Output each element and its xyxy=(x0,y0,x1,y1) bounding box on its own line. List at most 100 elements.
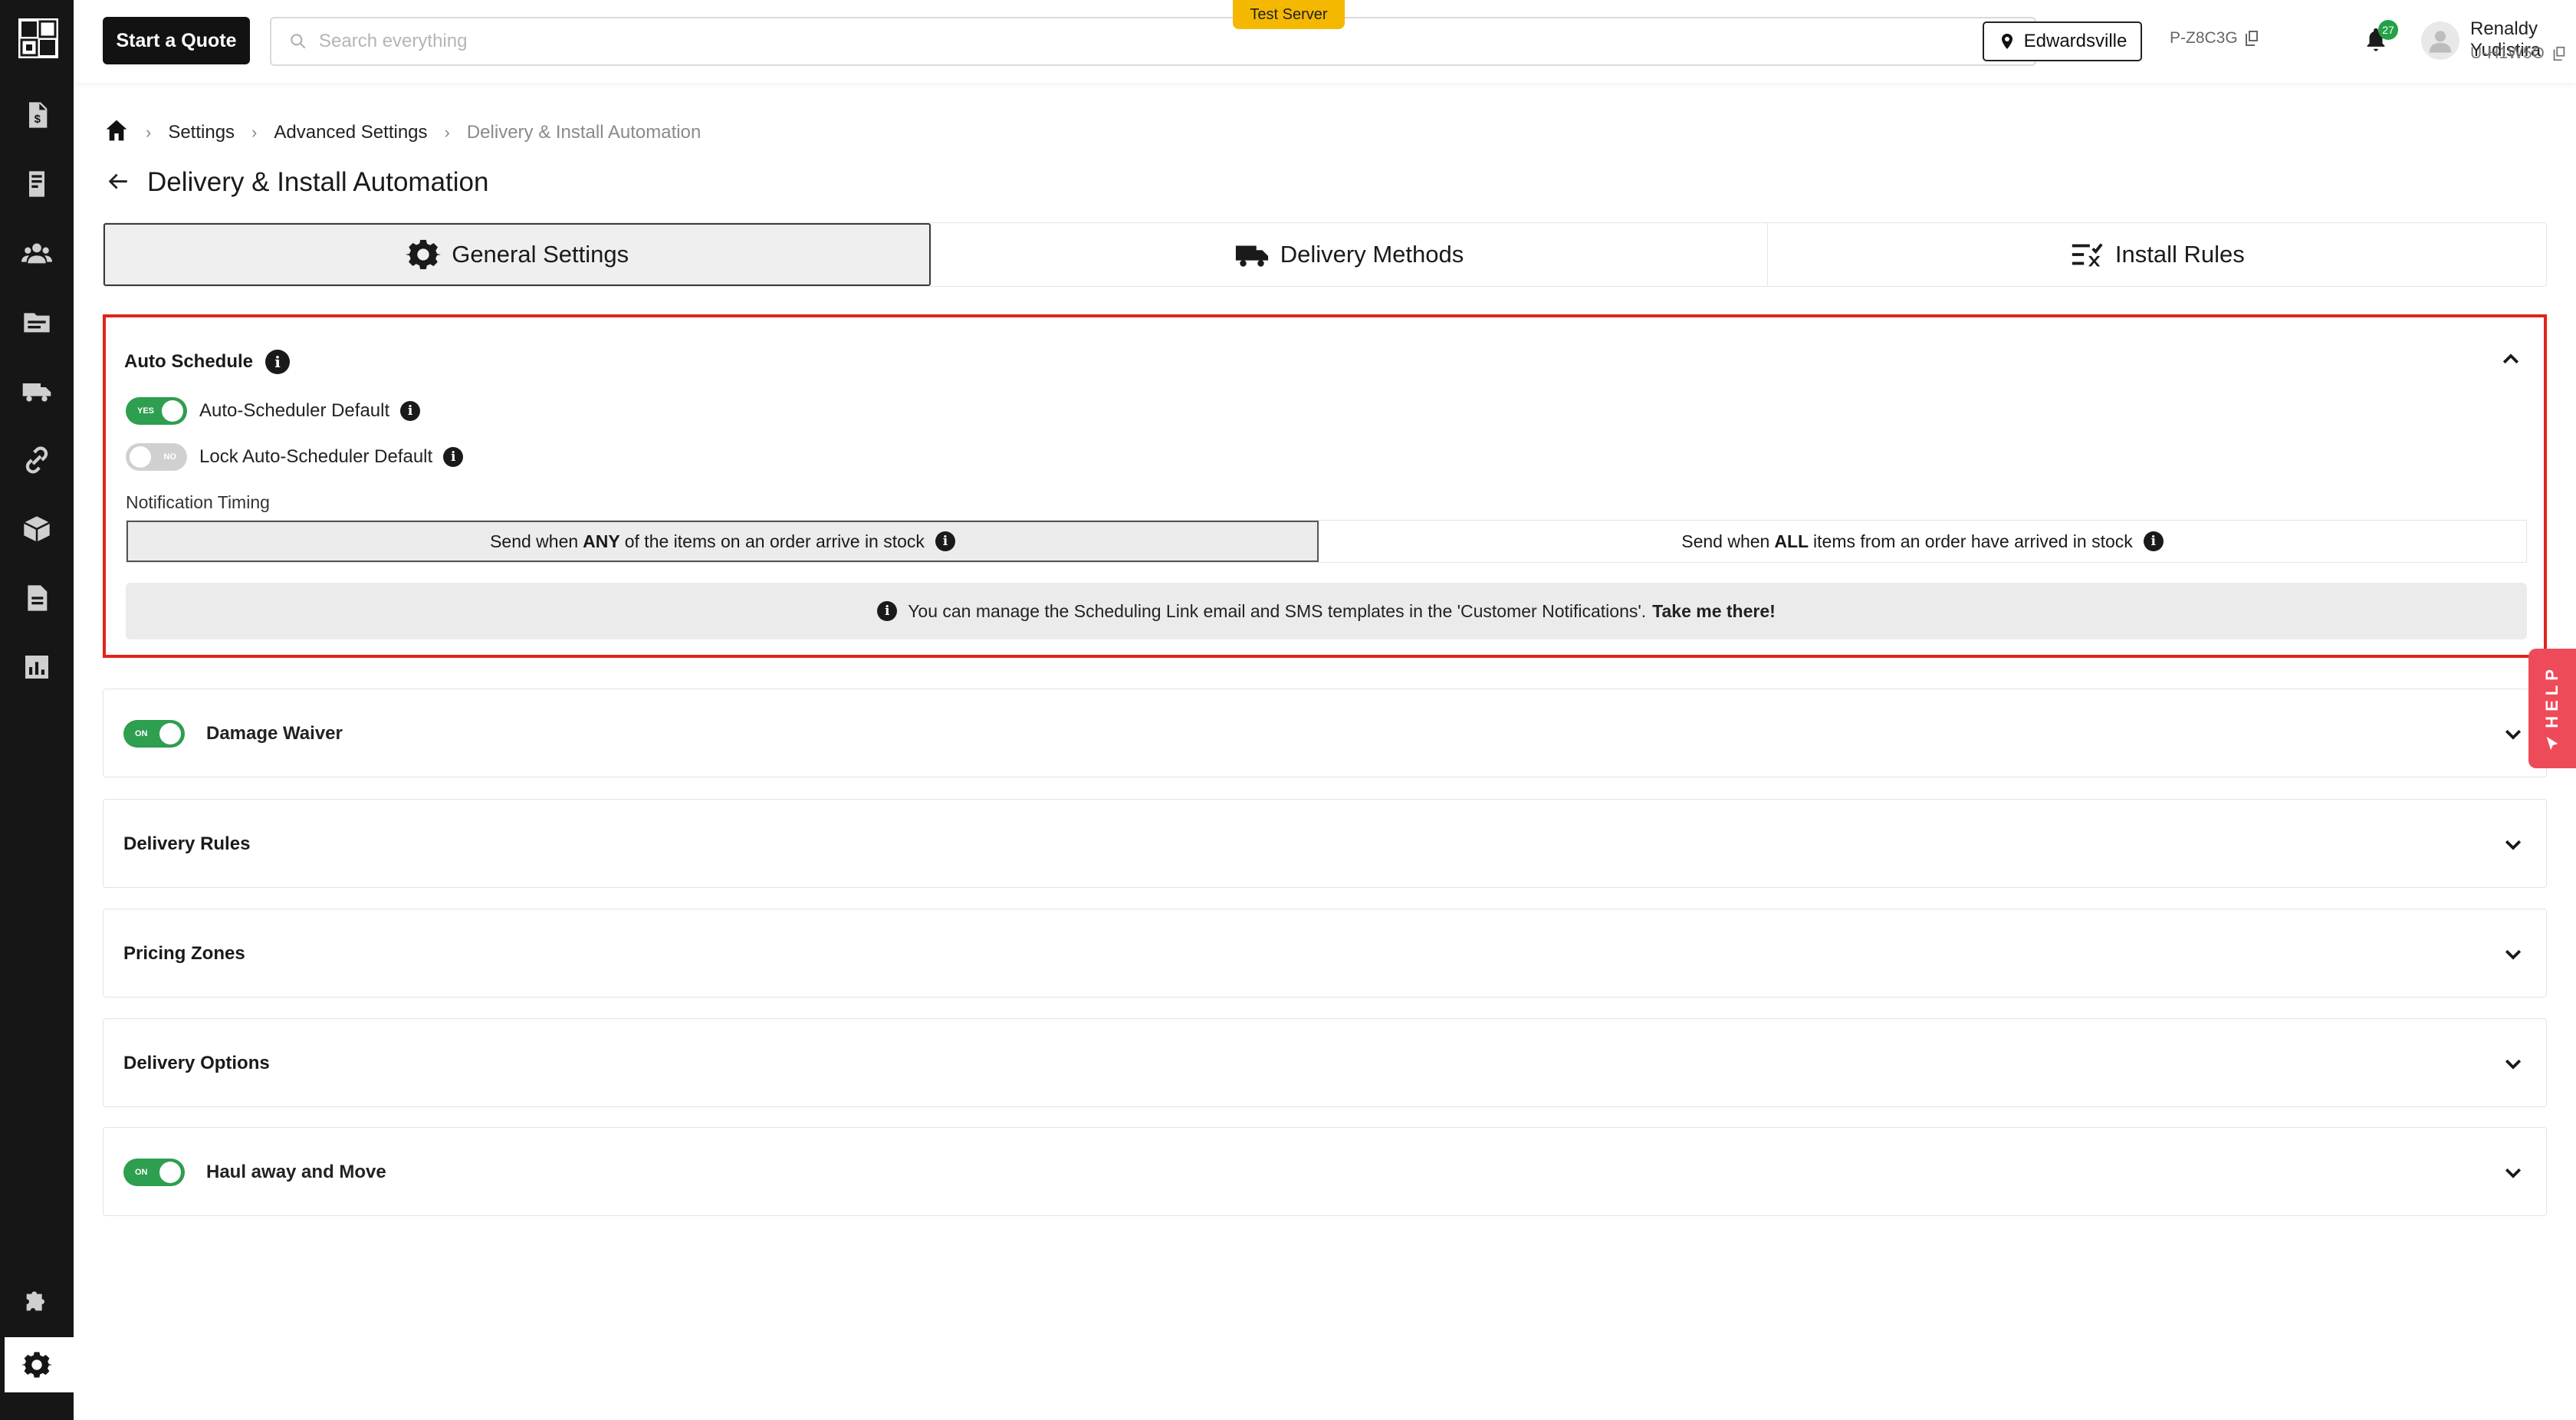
info-icon[interactable]: i xyxy=(443,447,464,467)
pricing-zones-panel[interactable]: Pricing Zones xyxy=(103,909,2547,998)
sidebar-item-customers[interactable] xyxy=(0,225,74,281)
tab-label: General Settings xyxy=(452,241,629,268)
take-me-there-link[interactable]: Take me there! xyxy=(1652,601,1776,622)
search-icon xyxy=(291,34,306,49)
toggle-state: ON xyxy=(135,729,148,738)
notification-timing-selector: Send when ANY of the items on an order a… xyxy=(126,520,2527,563)
option-text: items from an order have arrived in stoc… xyxy=(1813,531,2133,551)
delivery-options-panel[interactable]: Delivery Options xyxy=(103,1018,2547,1107)
back-arrow-icon[interactable] xyxy=(104,169,130,196)
link-icon xyxy=(25,446,48,474)
lock-auto-scheduler-toggle[interactable]: NO xyxy=(126,443,187,471)
chevron-down-icon[interactable] xyxy=(2502,722,2525,745)
register-icon xyxy=(29,171,44,197)
damage-waiver-toggle[interactable]: ON xyxy=(123,720,185,748)
toggle-knob xyxy=(159,1162,181,1183)
damage-waiver-header: ON Damage Waiver xyxy=(123,720,343,748)
notification-count-badge: 27 xyxy=(2378,20,2398,40)
option-send-when-any[interactable]: Send when ANY of the items on an order a… xyxy=(127,521,1319,562)
auto-scheduler-default-toggle[interactable]: YES xyxy=(126,397,187,425)
tab-label: Install Rules xyxy=(2114,241,2245,268)
copy-icon[interactable] xyxy=(2551,45,2568,62)
avatar[interactable] xyxy=(2421,21,2459,60)
tab-install-rules[interactable]: Install Rules xyxy=(1768,223,2546,286)
sidebar-item-invoices[interactable]: $ xyxy=(0,87,74,143)
haul-away-toggle[interactable]: ON xyxy=(123,1159,185,1186)
delivery-rules-panel[interactable]: Delivery Rules xyxy=(103,799,2547,888)
chevron-right-icon: › xyxy=(251,123,258,142)
section-title: Pricing Zones xyxy=(123,943,245,964)
chevron-up-icon[interactable] xyxy=(2499,348,2522,371)
section-title: Haul away and Move xyxy=(206,1162,386,1182)
toggle-state: NO xyxy=(163,452,177,462)
svg-text:$: $ xyxy=(34,113,41,126)
notifications-button[interactable]: 27 xyxy=(2363,20,2398,57)
copy-icon[interactable] xyxy=(2242,29,2261,48)
gear-icon xyxy=(21,1352,52,1378)
help-tab[interactable]: HELP xyxy=(2528,649,2576,768)
user-id: U-H1W5O xyxy=(2470,44,2568,63)
sidebar-item-reports[interactable] xyxy=(0,639,74,695)
toggle-knob xyxy=(162,400,183,422)
section-title: Delivery Options xyxy=(123,1053,270,1073)
info-icon[interactable]: i xyxy=(935,531,955,551)
document-icon xyxy=(28,585,48,611)
sidebar-item-register[interactable] xyxy=(0,156,74,212)
sidebar-item-integrations[interactable] xyxy=(0,1273,74,1328)
invoice-icon: $ xyxy=(29,102,48,128)
option-emphasis: ANY xyxy=(583,531,620,551)
customers-icon xyxy=(21,243,52,264)
breadcrumb: › Settings › Advanced Settings › Deliver… xyxy=(104,120,701,146)
section-title: Delivery Rules xyxy=(123,833,251,854)
server-badge: Test Server xyxy=(1233,0,1345,29)
chevron-down-icon[interactable] xyxy=(2502,1161,2525,1184)
sidebar-item-inventory[interactable] xyxy=(0,501,74,557)
option-send-when-all[interactable]: Send when ALL items from an order have a… xyxy=(1319,521,2526,562)
tab-general-settings[interactable]: General Settings xyxy=(104,223,932,286)
auto-schedule-header[interactable]: Auto Schedule i xyxy=(124,350,291,374)
customer-notifications-notice: i You can manage the Scheduling Link ema… xyxy=(126,583,2527,639)
home-icon xyxy=(106,120,127,140)
damage-waiver-panel[interactable]: ON Damage Waiver xyxy=(103,689,2547,777)
info-icon: i xyxy=(877,601,898,621)
chart-icon xyxy=(25,656,48,679)
settings-tabs: General Settings Delivery Methods Instal… xyxy=(103,222,2547,287)
option-text: Send when xyxy=(1681,531,1770,551)
breadcrumb-settings[interactable]: Settings xyxy=(168,122,235,143)
sidebar-item-delivery[interactable] xyxy=(0,363,74,419)
sidebar-item-settings[interactable] xyxy=(0,1337,74,1392)
auto-scheduler-default-row: YES Auto-Scheduler Default i xyxy=(126,397,421,425)
page-header: Delivery & Install Automation xyxy=(104,166,488,199)
app-logo-icon[interactable] xyxy=(18,18,58,58)
breadcrumb-advanced-settings[interactable]: Advanced Settings xyxy=(274,122,427,143)
section-title: Auto Schedule xyxy=(124,351,254,372)
auto-schedule-panel: Auto Schedule i YES Auto-Scheduler Defau… xyxy=(103,314,2547,658)
location-button[interactable]: Edwardsville xyxy=(1983,21,2142,61)
chevron-down-icon[interactable] xyxy=(2502,1052,2525,1075)
search-input[interactable] xyxy=(319,31,2006,52)
info-icon[interactable]: i xyxy=(2143,531,2164,551)
haul-away-panel[interactable]: ON Haul away and Move xyxy=(103,1127,2547,1216)
project-code: P-Z8C3G xyxy=(2170,29,2261,48)
folder-icon xyxy=(24,313,50,333)
toggle-state: ON xyxy=(135,1168,148,1177)
notification-timing-label: Notification Timing xyxy=(126,492,270,512)
info-icon[interactable]: i xyxy=(400,401,421,421)
option-text: of the items on an order arrive in stock xyxy=(624,531,925,551)
info-icon[interactable]: i xyxy=(265,350,291,374)
list-check-icon xyxy=(2072,243,2103,267)
toggle-label: Auto-Scheduler Default xyxy=(199,400,390,421)
location-label: Edwardsville xyxy=(2023,31,2128,51)
chevron-down-icon[interactable] xyxy=(2502,942,2525,965)
tab-delivery-methods[interactable]: Delivery Methods xyxy=(931,223,1768,286)
breadcrumb-home[interactable] xyxy=(104,118,129,148)
truck-icon xyxy=(1235,245,1268,267)
sidebar-item-links[interactable] xyxy=(0,432,74,488)
option-text: Send when xyxy=(490,531,579,551)
breadcrumb-current: Delivery & Install Automation xyxy=(466,122,702,143)
search-box[interactable] xyxy=(270,17,2036,66)
sidebar-item-folders[interactable] xyxy=(0,294,74,350)
chevron-down-icon[interactable] xyxy=(2502,833,2525,856)
sidebar-item-documents[interactable] xyxy=(0,570,74,626)
start-quote-button[interactable]: Start a Quote xyxy=(103,17,250,64)
